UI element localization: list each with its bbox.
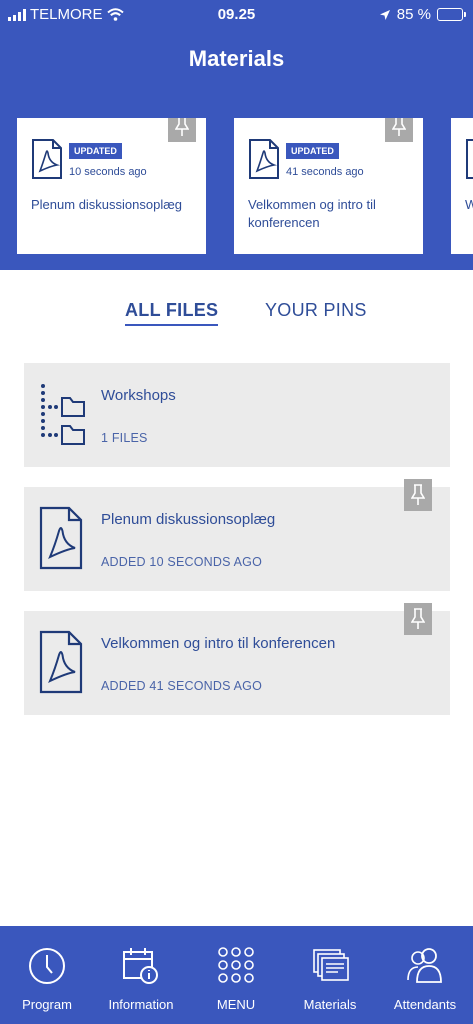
pin-button[interactable]: [404, 603, 432, 635]
pdf-file-icon: [39, 630, 83, 694]
card-title: Velkommen og intro til konferencen: [248, 197, 376, 230]
folder-tree-icon: [41, 384, 85, 445]
header: TELMORE 09.25 85 % Materials UPDATED 10 …: [0, 0, 473, 270]
pin-button[interactable]: [168, 118, 196, 142]
nav-program[interactable]: Program: [0, 926, 94, 1024]
pdf-file-icon: [466, 139, 473, 179]
pdf-file-icon: [32, 139, 62, 179]
list-item[interactable]: Plenum diskussionsoplæg ADDED 10 SECONDS…: [24, 479, 450, 591]
pdf-file-icon: [249, 139, 279, 179]
updated-badge: UPDATED: [286, 143, 339, 159]
pin-button[interactable]: [404, 479, 432, 511]
nav-label: Information: [108, 997, 174, 1012]
pin-icon: [411, 484, 425, 505]
item-title: Workshops: [101, 387, 176, 404]
file-tabs: ALL FILES YOUR PINS: [0, 300, 473, 330]
page-title: Materials: [188, 46, 285, 71]
card-time: 10 seconds ago: [69, 166, 147, 178]
list-item[interactable]: Workshops 1 FILES: [24, 363, 450, 467]
updated-badge: UPDATED: [69, 143, 122, 159]
grid-menu-icon: [218, 947, 254, 983]
pdf-file-icon: [39, 506, 83, 570]
item-title: Plenum diskussionsoplæg: [101, 511, 276, 528]
card-title: Plenum diskussionsoplæg: [31, 197, 183, 212]
featured-card[interactable]: W: [451, 118, 473, 254]
battery-percent: 85 %: [396, 6, 431, 23]
signal-icon: [8, 8, 26, 21]
pin-icon: [392, 118, 406, 136]
list-item[interactable]: Velkommen og intro til konferencen ADDED…: [24, 603, 450, 715]
location-arrow-icon: [379, 9, 390, 20]
wifi-icon: [106, 8, 124, 21]
status-bar: TELMORE 09.25 85 %: [0, 0, 473, 30]
item-subtitle: ADDED 41 SECONDS AGO: [101, 679, 262, 693]
nav-label: Attendants: [393, 997, 457, 1012]
calendar-info-icon: [123, 948, 158, 984]
tab-your-pins[interactable]: YOUR PINS: [265, 300, 367, 321]
pin-icon: [175, 118, 189, 136]
bottom-tab-bar: Program Information MENU Materials Atten…: [0, 926, 473, 1024]
nav-label: MENU: [216, 997, 256, 1012]
nav-menu[interactable]: MENU: [189, 926, 283, 1024]
nav-attendants[interactable]: Attendants: [378, 926, 472, 1024]
item-title: Velkommen og intro til konferencen: [101, 635, 336, 652]
people-icon: [407, 948, 442, 983]
clock-icon: [29, 948, 65, 984]
nav-information[interactable]: Information: [94, 926, 188, 1024]
nav-label: Materials: [303, 997, 357, 1012]
pin-icon: [411, 608, 425, 629]
card-title: W: [465, 197, 473, 212]
item-subtitle: 1 FILES: [101, 431, 148, 445]
featured-carousel[interactable]: UPDATED 10 seconds ago Plenum diskussion…: [0, 118, 473, 254]
carrier-label: TELMORE: [30, 6, 103, 23]
battery-icon: [437, 8, 466, 21]
nav-label: Program: [22, 997, 72, 1012]
documents-icon: [313, 949, 349, 981]
item-subtitle: ADDED 10 SECONDS AGO: [101, 555, 262, 569]
card-time: 41 seconds ago: [286, 166, 364, 178]
nav-materials[interactable]: Materials: [283, 926, 377, 1024]
pin-button[interactable]: [385, 118, 413, 142]
tab-all-files[interactable]: ALL FILES: [125, 300, 219, 326]
